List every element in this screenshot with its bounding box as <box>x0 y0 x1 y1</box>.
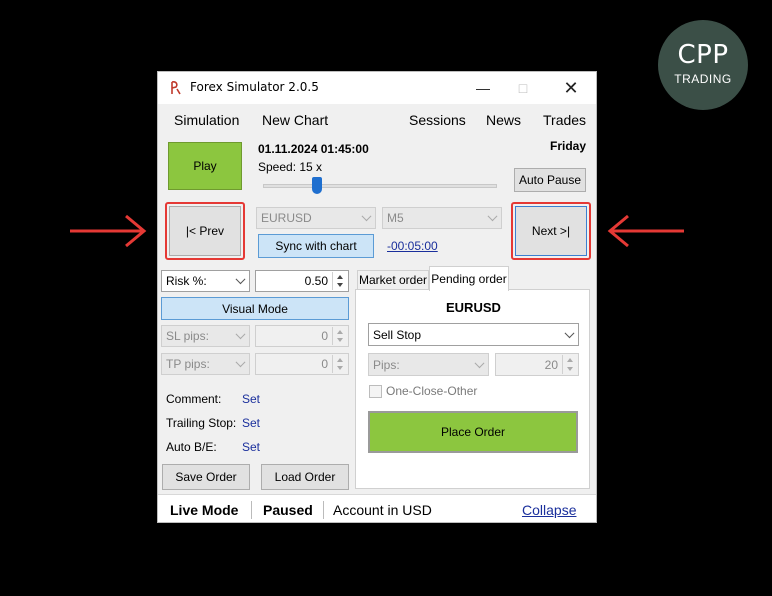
minimize-icon[interactable]: — <box>468 76 498 100</box>
tp-value: 0 <box>321 357 328 371</box>
prev-button[interactable]: |< Prev <box>169 206 241 256</box>
chevron-down-icon <box>361 211 372 222</box>
menu-bar: Simulation New Chart Sessions News Trade… <box>158 104 596 134</box>
pips-type-select[interactable]: Pips: <box>368 353 489 376</box>
speed-slider-thumb[interactable] <box>312 177 322 194</box>
sl-type-select[interactable]: SL pips: <box>161 325 250 347</box>
status-divider <box>323 501 324 519</box>
sim-datetime: 01.11.2024 01:45:00 <box>258 142 369 156</box>
oco-label: One-Close-Other <box>386 384 478 398</box>
status-account: Account in USD <box>333 502 432 518</box>
pips-value-input[interactable]: 20 <box>495 353 579 376</box>
logo-line2: TRADING <box>674 72 732 86</box>
speed-label: Speed: 15 x <box>258 160 323 174</box>
next-button[interactable]: Next >| <box>515 206 587 256</box>
pips-value: 20 <box>544 357 558 372</box>
tp-value-input[interactable]: 0 <box>255 353 349 375</box>
auto-pause-button[interactable]: Auto Pause <box>514 168 586 192</box>
timeframe-select-value: M5 <box>387 211 404 225</box>
trailing-stop-set-link[interactable]: Set <box>242 416 260 430</box>
auto-be-set-link[interactable]: Set <box>242 440 260 454</box>
status-state: Paused <box>263 502 313 518</box>
sl-value: 0 <box>321 329 328 343</box>
chevron-down-icon <box>487 211 498 222</box>
order-type-value: Sell Stop <box>373 327 422 342</box>
trailing-stop-label: Trailing Stop: <box>166 416 237 430</box>
comment-label: Comment: <box>166 392 222 406</box>
arrow-left-icon <box>607 214 684 248</box>
menu-simulation[interactable]: Simulation <box>174 112 239 128</box>
tp-stepper[interactable] <box>332 355 347 373</box>
auto-be-label: Auto B/E: <box>166 440 217 454</box>
logo-line1: CPP <box>677 40 729 70</box>
tab-pending-order[interactable]: Pending order <box>429 266 509 291</box>
menu-new-chart[interactable]: New Chart <box>262 112 328 128</box>
sl-stepper[interactable] <box>332 327 347 345</box>
arrow-right-icon <box>70 214 147 248</box>
title-bar: Forex Simulator 2.0.5 — □ ✕ <box>158 72 596 104</box>
pips-type-value: Pips: <box>373 357 400 372</box>
risk-type-select[interactable]: Risk %: <box>161 270 250 292</box>
risk-value-input[interactable]: 0.50 <box>255 270 349 292</box>
close-icon[interactable]: ✕ <box>556 76 586 100</box>
chevron-down-icon <box>235 274 246 285</box>
risk-stepper[interactable] <box>332 272 347 290</box>
menu-news[interactable]: News <box>486 112 521 128</box>
window-title: Forex Simulator 2.0.5 <box>190 80 319 94</box>
risk-value: 0.50 <box>304 274 328 288</box>
cpp-trading-logo: CPP TRADING <box>658 20 748 110</box>
speed-slider-track[interactable] <box>263 184 497 188</box>
sl-value-input[interactable]: 0 <box>255 325 349 347</box>
chevron-down-icon <box>235 357 246 368</box>
play-button[interactable]: Play <box>168 142 242 190</box>
simulator-window: Forex Simulator 2.0.5 — □ ✕ Simulation N… <box>157 71 597 523</box>
tp-type-value: TP pips: <box>166 357 210 371</box>
collapse-link[interactable]: Collapse <box>522 502 576 518</box>
save-order-button[interactable]: Save Order <box>162 464 250 490</box>
menu-trades[interactable]: Trades <box>543 112 586 128</box>
sl-type-value: SL pips: <box>166 329 209 343</box>
tp-type-select[interactable]: TP pips: <box>161 353 250 375</box>
order-type-select[interactable]: Sell Stop <box>368 323 579 346</box>
app-icon <box>171 81 181 95</box>
maximize-icon[interactable]: □ <box>508 76 538 100</box>
order-symbol: EURUSD <box>446 300 501 315</box>
risk-type-value: Risk %: <box>166 274 207 288</box>
timeframe-select[interactable]: M5 <box>382 207 502 229</box>
comment-set-link[interactable]: Set <box>242 392 260 406</box>
symbol-select[interactable]: EURUSD <box>256 207 376 229</box>
chevron-down-icon <box>235 329 246 340</box>
oco-checkbox[interactable] <box>369 385 382 398</box>
symbol-select-value: EURUSD <box>261 211 312 225</box>
visual-mode-button[interactable]: Visual Mode <box>161 297 349 320</box>
load-order-button[interactable]: Load Order <box>261 464 349 490</box>
status-mode: Live Mode <box>170 502 239 518</box>
chevron-down-icon <box>564 327 575 338</box>
sim-weekday: Friday <box>550 139 587 153</box>
pips-stepper[interactable] <box>562 355 577 374</box>
sync-chart-button[interactable]: Sync with chart <box>258 234 374 258</box>
time-offset-link[interactable]: -00:05:00 <box>387 239 438 253</box>
tab-market-order[interactable]: Market order <box>357 270 429 290</box>
menu-sessions[interactable]: Sessions <box>409 112 466 128</box>
chevron-down-icon <box>474 357 485 368</box>
status-divider <box>251 501 252 519</box>
status-bar: Live Mode Paused Account in USD Collapse <box>158 494 596 522</box>
place-order-button[interactable]: Place Order <box>368 411 578 453</box>
